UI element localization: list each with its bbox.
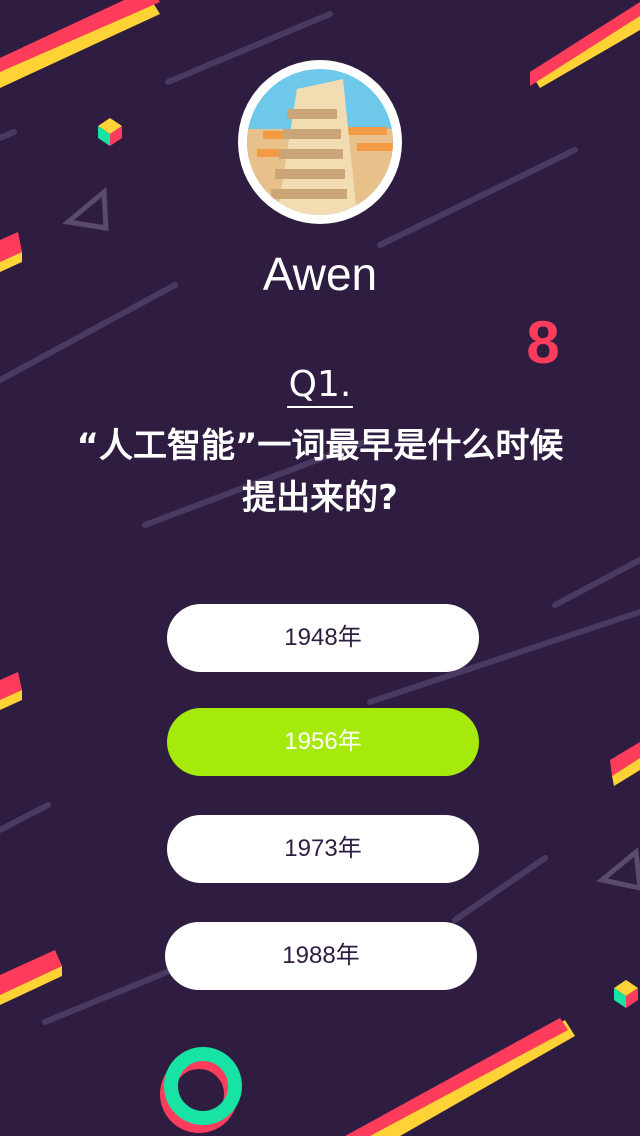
question-number: Q1. [0,362,640,408]
answer-option-3[interactable]: 1973年 [167,815,479,883]
question-text: “人工智能”一词最早是什么时候提出来的? [76,426,564,518]
username: Awen [262,248,378,300]
answer-option-1[interactable]: 1948年 [167,604,479,672]
user-avatar [238,60,402,224]
answer-option-2[interactable]: 1956年 [167,708,479,776]
question-number-text: Q1. [286,364,354,408]
answer-option-4[interactable]: 1988年 [165,922,477,990]
avatar-photo [247,69,393,215]
